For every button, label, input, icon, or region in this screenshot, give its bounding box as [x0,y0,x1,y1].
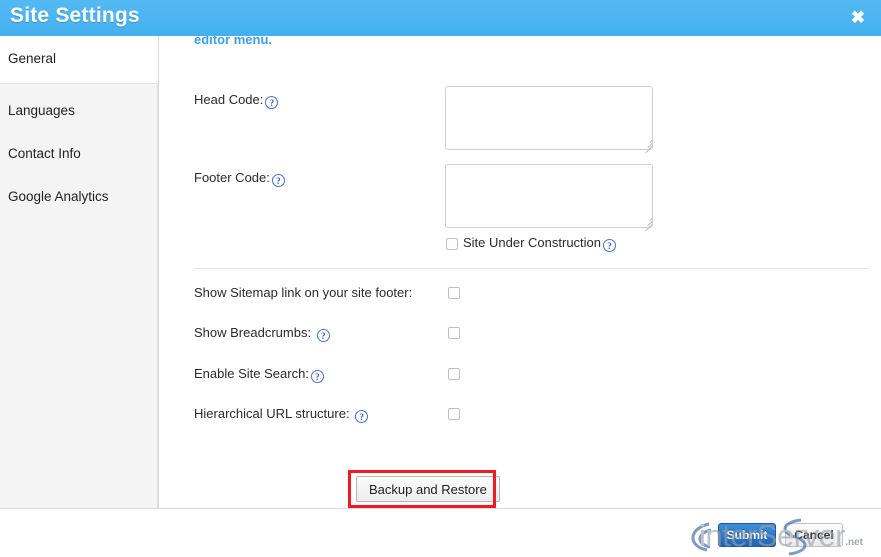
show-sitemap-label: Show Sitemap link on your site footer: [194,285,412,300]
hierarchical-url-label: Hierarchical URL structure: ? [194,406,369,423]
sidebar-item-label: General [8,51,57,66]
site-settings-dialog: Site Settings ✖ General Languages Contac… [0,0,881,557]
enable-site-search-label: Enable Site Search:? [194,366,324,383]
sidebar-item-google-analytics[interactable]: Google Analytics [0,178,157,221]
submit-button[interactable]: Submit [718,523,776,547]
head-code-label-text: Head Code: [194,92,264,107]
head-code-label: Head Code:? [194,92,279,109]
hierarchical-url-label-text: Hierarchical URL structure: [194,406,350,421]
head-code-textarea[interactable] [445,86,653,150]
enable-site-search-checkbox[interactable] [448,368,460,380]
scrolled-note-text: editor menu. [194,36,273,47]
dialog-title: Site Settings [10,4,140,27]
sidebar-item-list: Languages Contact Info Google Analytics [0,83,158,508]
hierarchical-url-checkbox[interactable] [448,408,460,420]
help-icon[interactable]: ? [310,370,324,383]
help-icon[interactable]: ? [265,96,279,109]
settings-content-pane: editor menu. Head Code:? Footer Code:? S… [160,36,881,508]
footer-code-label-text: Footer Code: [194,170,270,185]
site-under-construction-label: Site Under Construction? [463,235,617,252]
cancel-button[interactable]: Cancel [785,523,843,547]
dialog-titlebar: Site Settings ✖ [0,0,881,36]
sidebar-item-languages[interactable]: Languages [0,92,157,135]
settings-sidebar: General Languages Contact Info Google An… [0,36,159,508]
sidebar-item-label: Contact Info [8,146,81,161]
help-icon[interactable]: ? [271,174,285,187]
help-icon[interactable]: ? [316,329,330,342]
sidebar-item-label: Languages [8,103,75,118]
site-under-construction-checkbox[interactable] [446,238,458,250]
enable-site-search-label-text: Enable Site Search: [194,366,309,381]
site-under-construction-label-text: Site Under Construction [463,235,602,250]
show-sitemap-checkbox[interactable] [448,287,460,299]
help-icon[interactable]: ? [355,410,369,423]
show-sitemap-label-text: Show Sitemap link on your site footer: [194,285,413,300]
show-breadcrumbs-label-text: Show Breadcrumbs: [194,325,312,340]
section-divider [194,268,869,269]
help-icon[interactable]: ? [603,239,617,252]
show-breadcrumbs-label: Show Breadcrumbs: ? [194,325,330,342]
sidebar-item-label: Google Analytics [8,189,109,204]
show-breadcrumbs-checkbox[interactable] [448,327,460,339]
footer-code-textarea[interactable] [445,164,653,228]
sidebar-item-general[interactable]: General [0,36,158,83]
dialog-footer: Submit Cancel [0,509,881,557]
footer-code-label: Footer Code:? [194,170,285,187]
backup-and-restore-button[interactable]: Backup and Restore [356,476,500,502]
sidebar-item-contact-info[interactable]: Contact Info [0,135,157,178]
close-icon[interactable]: ✖ [845,6,871,30]
